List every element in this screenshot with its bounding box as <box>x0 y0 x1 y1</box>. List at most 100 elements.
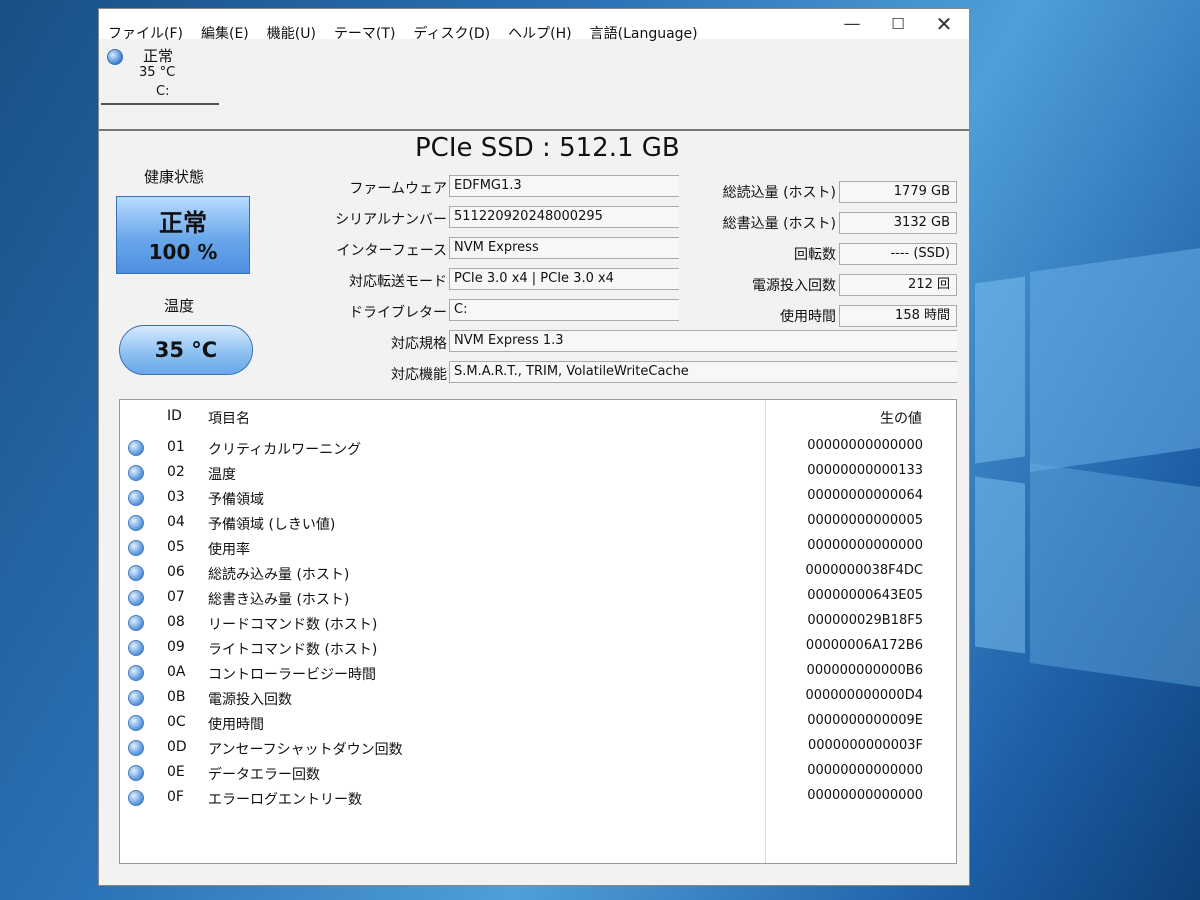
row-name: クリティカルワーニング <box>208 442 362 458</box>
info-label: 対応規格 <box>391 336 447 352</box>
menu-disk[interactable]: ディスク(D) <box>404 21 499 45</box>
status-dot-icon <box>128 590 144 606</box>
row-raw-value: 00000000643E05 <box>807 588 923 603</box>
info-value: C: <box>449 299 679 321</box>
info-label: ドライブレター <box>349 305 447 321</box>
table-row[interactable]: 0E データエラー回数 00000000000000 <box>120 761 956 785</box>
menu-theme[interactable]: テーマ(T) <box>325 21 404 45</box>
row-name: 予備領域 <box>208 492 264 508</box>
stat-label-power-count: 電源投入回数 <box>752 278 836 294</box>
row-id: 03 <box>167 489 185 505</box>
row-name: 使用率 <box>208 542 250 558</box>
status-dot-icon <box>128 740 144 756</box>
row-id: 0C <box>167 714 186 730</box>
menu-edit[interactable]: 編集(E) <box>192 21 258 45</box>
stat-label-total-read: 総読込量 (ホスト) <box>722 185 836 201</box>
row-name: アンセーフシャットダウン回数 <box>208 742 403 758</box>
menu-language[interactable]: 言語(Language) <box>581 21 707 45</box>
header-id[interactable]: ID <box>167 408 182 424</box>
row-id: 02 <box>167 464 185 480</box>
status-dot-icon <box>128 515 144 531</box>
stat-label-rotation: 回転数 <box>794 247 836 263</box>
info-row-drive-letter: ドライブレター C: <box>99 299 679 323</box>
status-dot-icon <box>128 465 144 481</box>
row-raw-value: 000000000000D4 <box>805 688 923 703</box>
row-name: コントローラービジー時間 <box>208 667 376 683</box>
divider <box>99 129 969 131</box>
drive-tab-temp: 35 °C <box>139 65 176 80</box>
row-id: 06 <box>167 564 185 580</box>
row-id: 0D <box>167 739 187 755</box>
table-row[interactable]: 02 温度 00000000000133 <box>120 461 956 485</box>
stat-value-total-write: 3132 GB <box>839 212 957 234</box>
info-row-transfer-mode: 対応転送モード PCIe 3.0 x4 | PCIe 3.0 x4 <box>99 268 679 292</box>
table-row[interactable]: 08 リードコマンド数 (ホスト) 000000029B18F5 <box>120 611 956 635</box>
status-dot-icon <box>128 540 144 556</box>
info-label: ファームウェア <box>349 181 447 197</box>
info-value: 511220920248000295 <box>449 206 679 228</box>
status-dot-icon <box>128 440 144 456</box>
table-row[interactable]: 03 予備領域 00000000000064 <box>120 486 956 510</box>
menu-function[interactable]: 機能(U) <box>258 21 325 45</box>
row-id: 0E <box>167 764 185 780</box>
table-row[interactable]: 01 クリティカルワーニング 00000000000000 <box>120 436 956 460</box>
drive-status-icon <box>107 49 123 65</box>
menu-bar: ファイル(F) 編集(E) 機能(U) テーマ(T) ディスク(D) ヘルプ(H… <box>99 21 707 45</box>
row-id: 07 <box>167 589 185 605</box>
header-name[interactable]: 項目名 <box>208 408 250 428</box>
close-button[interactable]: ✕ <box>921 11 967 37</box>
menu-help[interactable]: ヘルプ(H) <box>499 21 580 45</box>
row-id: 05 <box>167 539 185 555</box>
row-raw-value: 0000000000009E <box>807 713 923 728</box>
table-row[interactable]: 0F エラーログエントリー数 00000000000000 <box>120 786 956 810</box>
info-label: シリアルナンバー <box>335 212 447 228</box>
table-row[interactable]: 0C 使用時間 0000000000009E <box>120 711 956 735</box>
row-id: 0B <box>167 689 186 705</box>
table-row[interactable]: 04 予備領域 (しきい値) 00000000000005 <box>120 511 956 535</box>
status-dot-icon <box>128 765 144 781</box>
status-dot-icon <box>128 490 144 506</box>
table-row[interactable]: 05 使用率 00000000000000 <box>120 536 956 560</box>
stat-value-rotation: ---- (SSD) <box>839 243 957 265</box>
info-row-firmware: ファームウェア EDFMG1.3 <box>99 175 679 199</box>
row-name: 使用時間 <box>208 717 264 733</box>
row-name: 総書き込み量 (ホスト) <box>208 592 350 608</box>
row-name: 総読み込み量 (ホスト) <box>208 567 350 583</box>
stat-label-power-hours: 使用時間 <box>780 309 836 325</box>
table-row[interactable]: 0D アンセーフシャットダウン回数 0000000000003F <box>120 736 956 760</box>
smart-attribute-table[interactable]: ID 項目名 生の値 01 クリティカルワーニング 00000000000000… <box>119 399 957 864</box>
info-value: S.M.A.R.T., TRIM, VolatileWriteCache <box>449 361 957 383</box>
status-dot-icon <box>128 715 144 731</box>
drive-tab-c[interactable]: 正常 35 °C C: <box>101 43 219 105</box>
info-row-interface: インターフェース NVM Express <box>99 237 679 261</box>
row-raw-value: 0000000000003F <box>807 738 923 753</box>
row-id: 01 <box>167 439 185 455</box>
drive-model-title: PCIe SSD : 512.1 GB <box>415 133 680 163</box>
row-name: 温度 <box>208 467 236 483</box>
row-raw-value: 0000000038F4DC <box>805 563 923 578</box>
row-raw-value: 00000000000000 <box>807 538 923 553</box>
stat-label-total-write: 総書込量 (ホスト) <box>722 216 836 232</box>
status-dot-icon <box>128 790 144 806</box>
table-row[interactable]: 0A コントローラービジー時間 000000000000B6 <box>120 661 956 685</box>
info-label: インターフェース <box>336 243 447 259</box>
info-row-features: 対応機能 S.M.A.R.T., TRIM, VolatileWriteCach… <box>99 361 957 385</box>
stat-value-power-hours: 158 時間 <box>839 305 957 327</box>
row-raw-value: 00000000000064 <box>807 488 923 503</box>
row-raw-value: 00000006A172B6 <box>805 638 923 653</box>
stat-value-total-read: 1779 GB <box>839 181 957 203</box>
menu-file[interactable]: ファイル(F) <box>99 21 192 45</box>
minimize-button[interactable]: — <box>829 11 875 37</box>
info-label: 対応機能 <box>391 367 447 383</box>
table-row[interactable]: 07 総書き込み量 (ホスト) 00000000643E05 <box>120 586 956 610</box>
row-name: データエラー回数 <box>208 767 320 783</box>
table-row[interactable]: 09 ライトコマンド数 (ホスト) 00000006A172B6 <box>120 636 956 660</box>
row-raw-value: 00000000000000 <box>807 438 923 453</box>
header-raw-value[interactable]: 生の値 <box>880 408 922 428</box>
table-row[interactable]: 0B 電源投入回数 000000000000D4 <box>120 686 956 710</box>
info-value: NVM Express <box>449 237 679 259</box>
row-raw-value: 00000000000000 <box>807 763 923 778</box>
row-raw-value: 000000000000B6 <box>806 663 923 678</box>
table-row[interactable]: 06 総読み込み量 (ホスト) 0000000038F4DC <box>120 561 956 585</box>
maximize-button[interactable]: ☐ <box>875 11 921 37</box>
